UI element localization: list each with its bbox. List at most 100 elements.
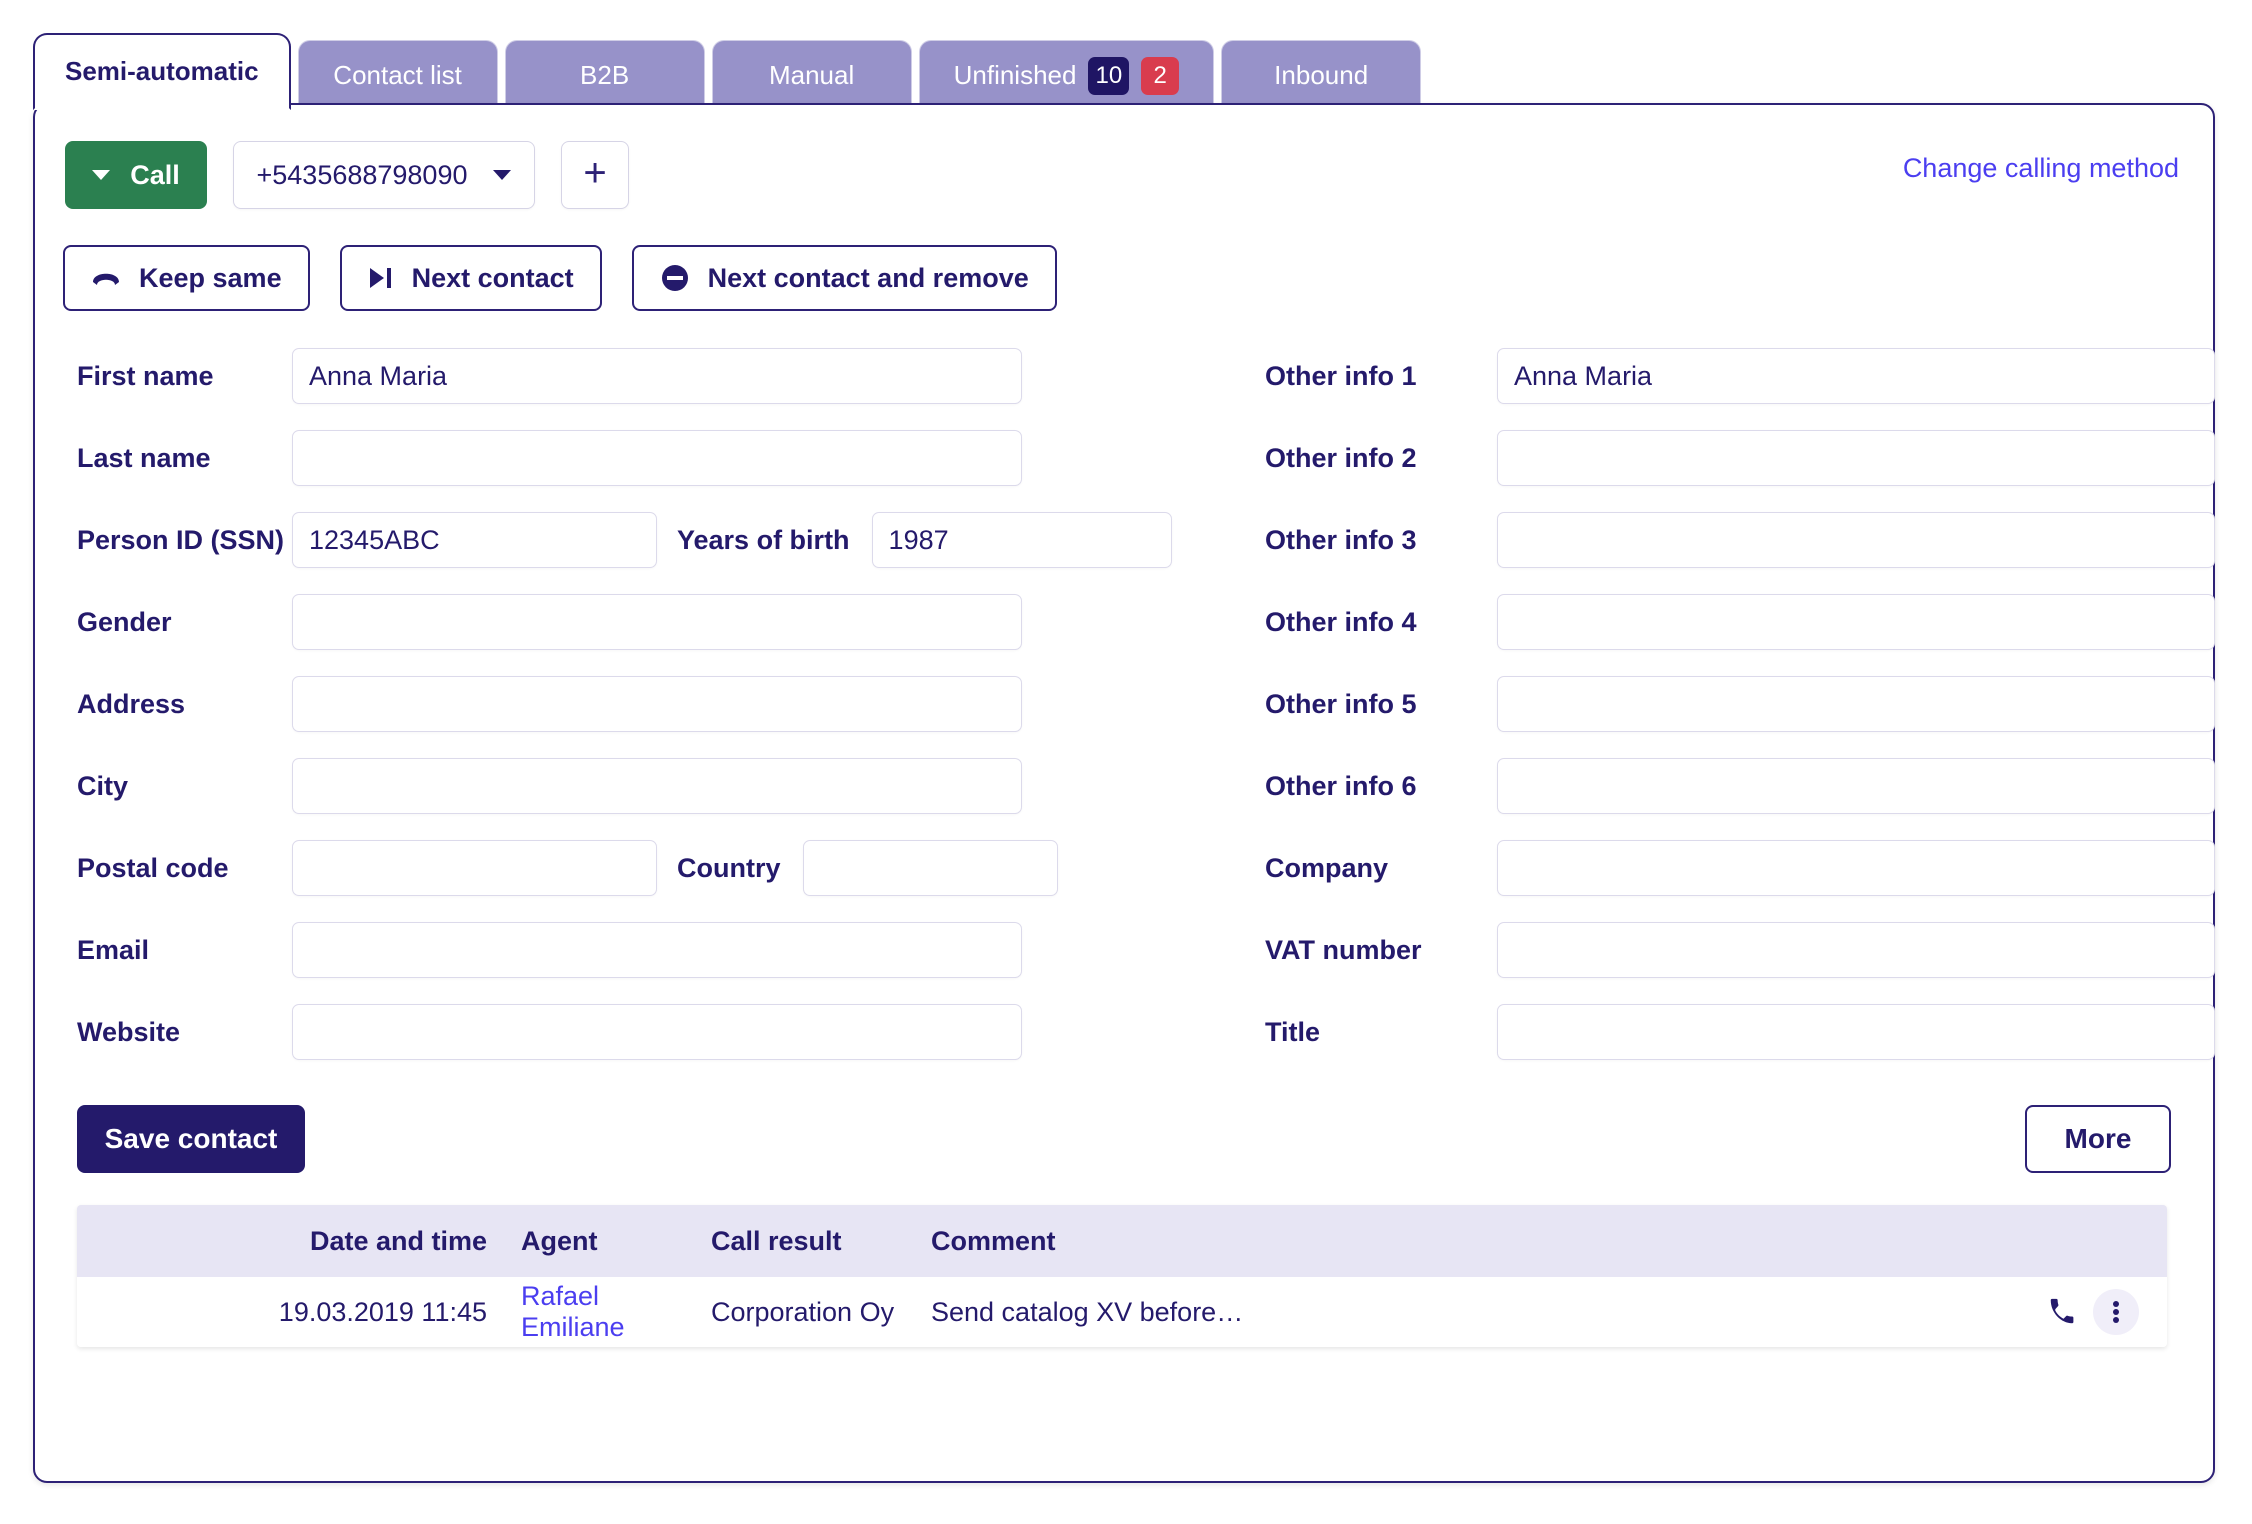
call-button[interactable]: Call <box>65 141 207 209</box>
field-postal-code: Postal code Country <box>77 827 1125 909</box>
person-id-label: Person ID (SSN) <box>77 524 285 555</box>
tab-manual[interactable]: Manual <box>711 40 912 110</box>
phone-number-value: +5435688798090 <box>256 159 468 190</box>
field-other-info-2: Other info 2 <box>1265 417 2215 499</box>
phone-icon[interactable] <box>2047 1297 2077 1327</box>
tab-semi-automatic[interactable]: Semi-automatic <box>33 33 291 110</box>
keep-same-label: Keep same <box>139 262 282 293</box>
title-input[interactable] <box>1497 1004 2215 1060</box>
call-button-label: Call <box>130 159 180 190</box>
next-contact-and-remove-label: Next contact and remove <box>707 262 1029 293</box>
field-city: City <box>77 745 1125 827</box>
cell-call-result: Corporation Oy <box>711 1296 895 1327</box>
city-label: City <box>77 770 129 801</box>
column-header-call-result: Call result <box>711 1225 842 1256</box>
field-other-info-3: Other info 3 <box>1265 499 2215 581</box>
website-input[interactable] <box>292 1004 1022 1060</box>
postal-code-input[interactable] <box>292 840 657 896</box>
other-info-5-label: Other info 5 <box>1265 688 1417 719</box>
chevron-down-icon <box>92 170 111 180</box>
email-input[interactable] <box>292 922 1022 978</box>
tab-contact-list[interactable]: Contact list <box>297 40 498 110</box>
other-info-4-input[interactable] <box>1497 594 2215 650</box>
field-first-name: First name <box>77 335 1125 417</box>
field-company: Company <box>1265 827 2215 909</box>
next-contact-button[interactable]: Next contact <box>339 245 602 311</box>
agent-link[interactable]: Rafael Emiliane <box>521 1281 625 1342</box>
company-input[interactable] <box>1497 840 2215 896</box>
badge-unfinished-alert: 2 <box>1141 56 1180 95</box>
gender-label: Gender <box>77 606 172 637</box>
website-label: Website <box>77 1016 181 1047</box>
first-name-input[interactable] <box>292 348 1022 404</box>
address-label: Address <box>77 688 186 719</box>
phone-number-select[interactable]: +5435688798090 <box>233 141 535 209</box>
person-id-input[interactable] <box>292 512 657 568</box>
column-header-comment: Comment <box>931 1225 1056 1256</box>
field-person-id: Person ID (SSN) Years of birth <box>77 499 1172 581</box>
country-label: Country <box>677 852 781 883</box>
other-info-6-label: Other info 6 <box>1265 770 1417 801</box>
row-menu-button[interactable] <box>2093 1289 2139 1335</box>
table-row[interactable]: 19.03.2019 11:45 Rafael Emiliane Corpora… <box>77 1277 2167 1347</box>
other-info-2-label: Other info 2 <box>1265 442 1417 473</box>
city-input[interactable] <box>292 758 1022 814</box>
title-label: Title <box>1265 1016 1321 1047</box>
email-label: Email <box>77 934 150 965</box>
column-header-date-time: Date and time <box>309 1225 487 1256</box>
call-toolbar: Call +5435688798090 + <box>65 141 629 209</box>
table-header-row: Date and time Agent Call result Comment <box>77 1205 2167 1277</box>
contact-form: First name Last name Person ID (SSN) Yea… <box>35 335 2215 1073</box>
tab-label: Contact list <box>333 60 462 90</box>
last-name-input[interactable] <box>292 430 1022 486</box>
cell-date-time: 19.03.2019 11:45 <box>278 1296 487 1327</box>
other-info-5-input[interactable] <box>1497 676 2215 732</box>
contact-action-toolbar: Keep same Next contact Next contact and … <box>63 245 1057 311</box>
other-info-3-label: Other info 3 <box>1265 524 1417 555</box>
years-of-birth-label: Years of birth <box>677 524 850 555</box>
dot <box>2113 1301 2119 1307</box>
chevron-down-icon <box>493 170 512 180</box>
keep-same-button[interactable]: Keep same <box>63 245 310 311</box>
other-info-6-input[interactable] <box>1497 758 2215 814</box>
more-button[interactable]: More <box>2025 1105 2171 1173</box>
field-website: Website <box>77 991 1125 1073</box>
tab-inbound[interactable]: Inbound <box>1221 40 1422 110</box>
address-input[interactable] <box>292 676 1022 732</box>
tab-label: Unfinished <box>953 60 1077 90</box>
tab-unfinished[interactable]: Unfinished 10 2 <box>918 40 1215 110</box>
other-info-3-input[interactable] <box>1497 512 2215 568</box>
dot <box>2113 1309 2119 1315</box>
vat-number-input[interactable] <box>1497 922 2215 978</box>
other-info-2-input[interactable] <box>1497 430 2215 486</box>
field-other-info-5: Other info 5 <box>1265 663 2215 745</box>
main-panel: Call +5435688798090 + Change calling met… <box>33 103 2215 1483</box>
tab-label: Inbound <box>1274 60 1369 90</box>
tab-b2b[interactable]: B2B <box>504 40 705 110</box>
add-phone-number-button[interactable]: + <box>561 141 629 209</box>
gender-input[interactable] <box>292 594 1022 650</box>
minus-circle-icon <box>660 263 690 293</box>
field-last-name: Last name <box>77 417 1125 499</box>
skip-next-icon <box>368 266 394 290</box>
tab-label: Manual <box>768 60 855 90</box>
field-gender: Gender <box>77 581 1125 663</box>
vat-number-label: VAT number <box>1265 934 1422 965</box>
field-vat-number: VAT number <box>1265 909 2215 991</box>
cell-agent: Rafael Emiliane <box>497 1281 687 1343</box>
field-address: Address <box>77 663 1125 745</box>
tab-bar: Semi-automatic Contact list B2B Manual U… <box>33 33 1422 110</box>
change-calling-method-link[interactable]: Change calling method <box>1903 153 2179 184</box>
form-right-column: Other info 1 Other info 2 Other info 3 O… <box>1125 335 2215 1073</box>
country-input[interactable] <box>802 840 1058 896</box>
other-info-1-input[interactable] <box>1497 348 2215 404</box>
row-actions <box>2007 1289 2167 1335</box>
first-name-label: First name <box>77 360 214 391</box>
next-contact-and-remove-button[interactable]: Next contact and remove <box>631 245 1057 311</box>
badge-unfinished-count: 10 <box>1088 56 1130 95</box>
save-contact-button[interactable]: Save contact <box>77 1105 305 1173</box>
form-left-column: First name Last name Person ID (SSN) Yea… <box>35 335 1172 1073</box>
field-email: Email <box>77 909 1125 991</box>
company-label: Company <box>1265 852 1389 883</box>
call-history-table: Date and time Agent Call result Comment … <box>77 1205 2167 1347</box>
